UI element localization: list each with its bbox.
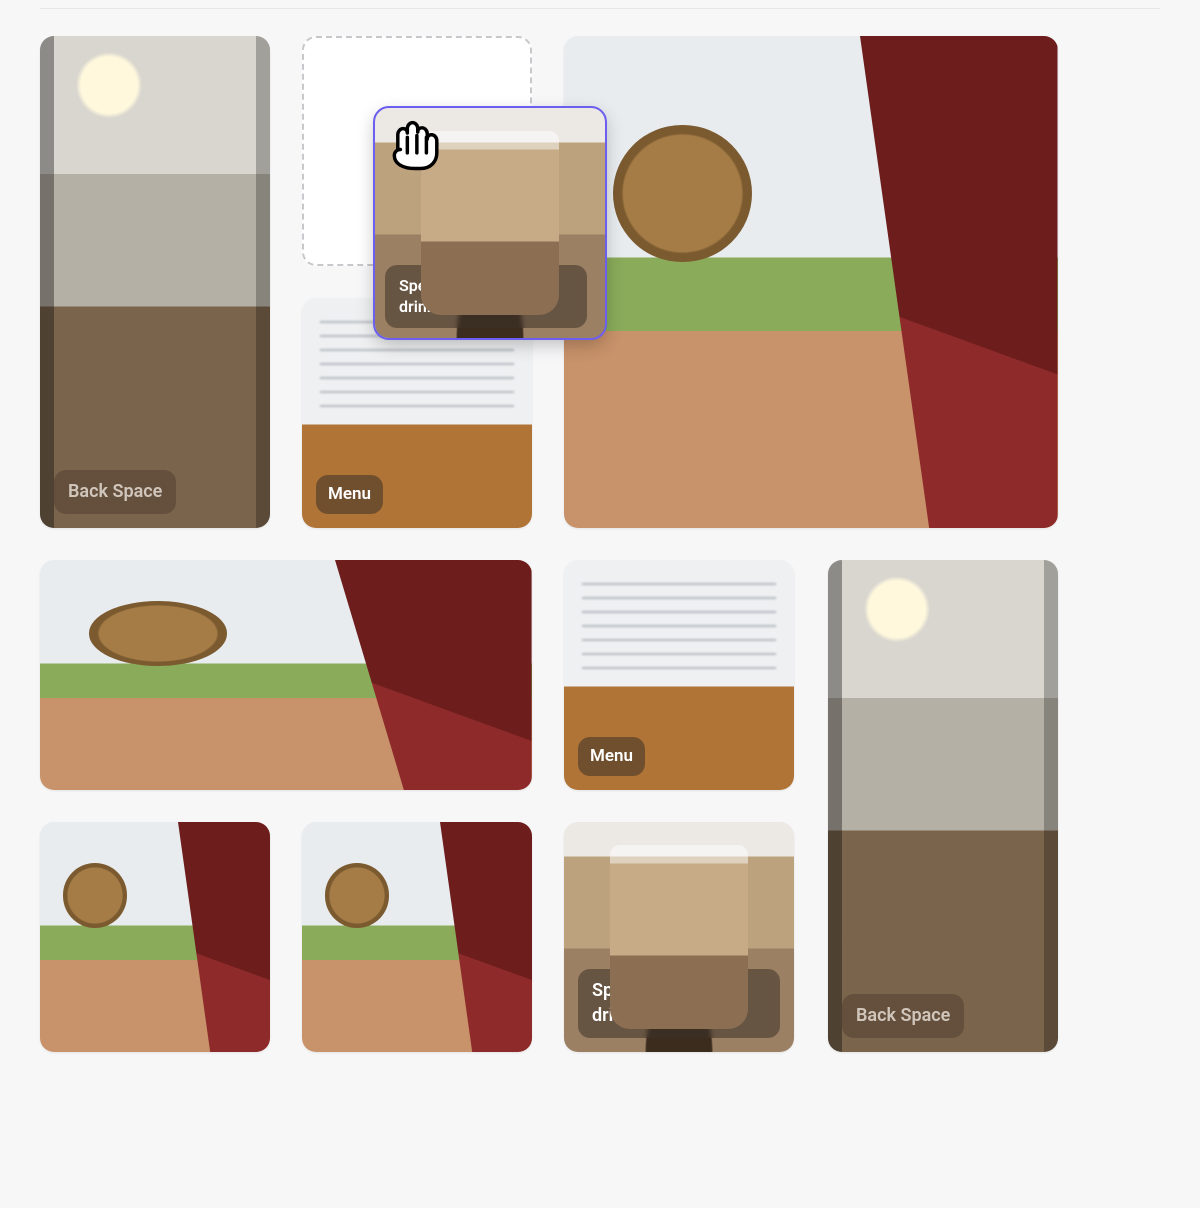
photo-caption: Menu bbox=[316, 475, 383, 514]
photo-caption: Back Space bbox=[842, 994, 964, 1038]
photo-caption: Menu bbox=[578, 737, 645, 776]
photo-caption: Speciality seasonal drink… bbox=[578, 969, 780, 1038]
section-divider bbox=[40, 8, 1160, 9]
grab-cursor-icon bbox=[388, 120, 444, 172]
photo-card-cafe-sign-wide[interactable] bbox=[40, 560, 532, 790]
photo-card-cafe-sign-small-2[interactable] bbox=[302, 822, 532, 1052]
photo-card-menu-2[interactable]: Menu bbox=[564, 560, 794, 790]
photo-card-cafe-sign-large[interactable] bbox=[564, 36, 1058, 528]
photo-caption: Speciality seasonal drink… bbox=[385, 265, 587, 328]
photo-card-back-space[interactable]: Back Space bbox=[40, 36, 270, 528]
photo-card-back-space-2[interactable]: Back Space bbox=[828, 560, 1058, 1052]
photo-caption: Back Space bbox=[54, 470, 176, 514]
photo-card-cafe-sign-small-1[interactable] bbox=[40, 822, 270, 1052]
photo-card-speciality-drink[interactable]: Speciality seasonal drink… bbox=[564, 822, 794, 1052]
